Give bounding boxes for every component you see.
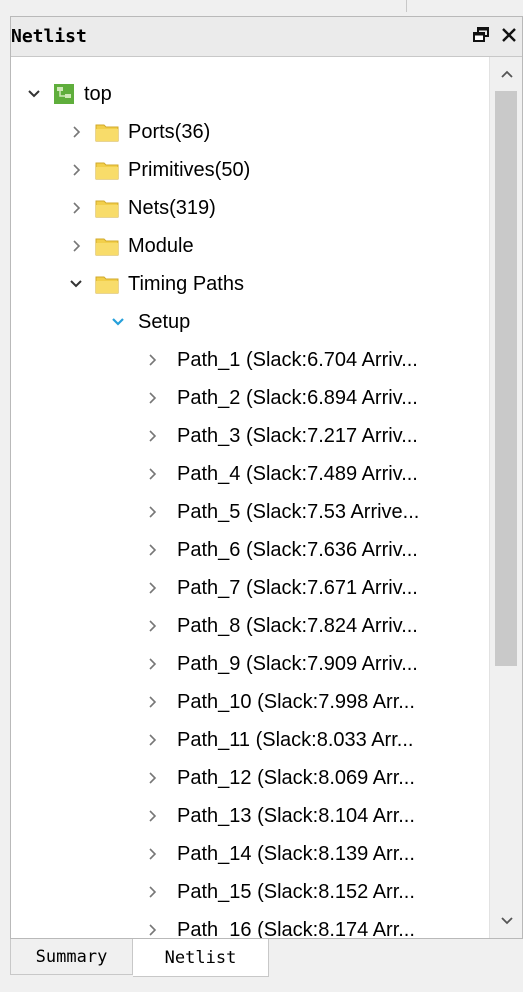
path-label: Path_3 (Slack:7.217 Arriv... [177,424,418,447]
path-label: Path_13 (Slack:8.104 Arr... [177,804,415,827]
tree-node-label: Nets(319) [128,196,216,219]
chevron-right-icon[interactable] [141,577,163,599]
tree-node-timing-paths[interactable]: Timing Paths [11,265,489,303]
path-label: Path_5 (Slack:7.53 Arrive... [177,500,420,523]
tree-node-path[interactable]: Path_11 (Slack:8.033 Arr... [11,721,489,759]
tree-node-path[interactable]: Path_15 (Slack:8.152 Arr... [11,873,489,911]
tree-node-label: Module [128,234,194,257]
chevron-down-icon[interactable] [23,83,45,105]
chevron-right-icon[interactable] [141,387,163,409]
top-separator [406,0,407,12]
path-label: Path_7 (Slack:7.671 Arriv... [177,576,418,599]
tab-netlist[interactable]: Netlist [133,939,269,977]
chevron-right-icon[interactable] [65,159,87,181]
path-label: Path_10 (Slack:7.998 Arr... [177,690,415,713]
path-label: Path_9 (Slack:7.909 Arriv... [177,652,418,675]
tree-node-path[interactable]: Path_13 (Slack:8.104 Arr... [11,797,489,835]
folder-icon [95,124,119,142]
tree-node-path[interactable]: Path_10 (Slack:7.998 Arr... [11,683,489,721]
chevron-right-icon[interactable] [141,463,163,485]
path-label: Path_1 (Slack:6.704 Arriv... [177,348,418,371]
chevron-down-icon[interactable] [107,311,129,333]
folder-icon [95,276,119,294]
tree-node-path[interactable]: Path_9 (Slack:7.909 Arriv... [11,645,489,683]
tree-node-path[interactable]: Path_2 (Slack:6.894 Arriv... [11,379,489,417]
tree-node-label: Primitives(50) [128,158,251,181]
tree-node-label: Ports(36) [128,120,211,143]
path-label: Path_11 (Slack:8.033 Arr... [177,728,414,751]
chevron-right-icon[interactable] [141,843,163,865]
tree-node-primitives[interactable]: Primitives(50) [11,151,489,189]
tree-node-label: Setup [138,310,191,333]
path-label: Path_16 (Slack:8.174 Arr... [177,918,415,939]
tree-node-label: Timing Paths [128,272,244,295]
path-label: Path_8 (Slack:7.824 Arriv... [177,614,418,637]
tree-node-path[interactable]: Path_6 (Slack:7.636 Arriv... [11,531,489,569]
tree-node-ports[interactable]: Ports(36) [11,113,489,151]
scroll-down-button[interactable] [490,904,523,938]
folder-icon [95,162,119,180]
chevron-right-icon[interactable] [65,235,87,257]
folder-icon [95,238,119,256]
chevron-right-icon[interactable] [141,767,163,789]
path-label: Path_12 (Slack:8.069 Arr... [177,766,415,789]
chevron-right-icon[interactable] [141,729,163,751]
scrollbar-thumb[interactable] [495,91,517,666]
path-label: Path_14 (Slack:8.139 Arr... [177,842,415,865]
path-label: Path_15 (Slack:8.152 Arr... [177,880,415,903]
tree-node-setup[interactable]: Setup [11,303,489,341]
chevron-right-icon[interactable] [65,197,87,219]
chevron-right-icon[interactable] [141,653,163,675]
chevron-right-icon[interactable] [141,805,163,827]
tab-summary[interactable]: Summary [10,939,133,975]
tree-node-path[interactable]: Path_1 (Slack:6.704 Arriv... [11,341,489,379]
tree-node-module[interactable]: Module [11,227,489,265]
panel-title: Netlist [11,26,87,47]
float-window-icon[interactable] [470,23,492,47]
tree-node-path[interactable]: Path_14 (Slack:8.139 Arr... [11,835,489,873]
netlist-panel: Netlist top Ports(36) Primitives(50) Net… [10,16,523,939]
chevron-right-icon[interactable] [141,501,163,523]
panel-titlebar: Netlist [11,17,522,57]
tree-node-path[interactable]: Path_5 (Slack:7.53 Arrive... [11,493,489,531]
chevron-right-icon[interactable] [65,121,87,143]
vertical-scrollbar[interactable] [489,57,522,938]
tree-node-path[interactable]: Path_8 (Slack:7.824 Arriv... [11,607,489,645]
chevron-right-icon[interactable] [141,349,163,371]
chevron-down-icon[interactable] [65,273,87,295]
close-icon[interactable] [498,23,520,47]
path-label: Path_4 (Slack:7.489 Arriv... [177,462,418,485]
tree-node-path[interactable]: Path_12 (Slack:8.069 Arr... [11,759,489,797]
folder-icon [95,200,119,218]
path-label: Path_6 (Slack:7.636 Arriv... [177,538,418,561]
module-icon [54,84,74,104]
tree-node-label: top [84,82,112,105]
chevron-right-icon[interactable] [141,615,163,637]
bottom-tabs: Summary Netlist [10,939,269,977]
netlist-tree[interactable]: top Ports(36) Primitives(50) Nets(319) M… [11,57,489,938]
chevron-right-icon[interactable] [141,881,163,903]
chevron-right-icon[interactable] [141,919,163,938]
chevron-up-icon [500,70,513,78]
scroll-up-button[interactable] [490,57,523,91]
tree-node-top[interactable]: top [11,75,489,113]
chevron-right-icon[interactable] [141,539,163,561]
tree-node-path[interactable]: Path_16 (Slack:8.174 Arr... [11,911,489,938]
chevron-right-icon[interactable] [141,691,163,713]
tree-node-path[interactable]: Path_3 (Slack:7.217 Arriv... [11,417,489,455]
tree-node-path[interactable]: Path_4 (Slack:7.489 Arriv... [11,455,489,493]
tree-node-nets[interactable]: Nets(319) [11,189,489,227]
tree-node-path[interactable]: Path_7 (Slack:7.671 Arriv... [11,569,489,607]
top-strip [0,0,523,16]
chevron-down-icon [500,917,513,925]
chevron-right-icon[interactable] [141,425,163,447]
path-label: Path_2 (Slack:6.894 Arriv... [177,386,418,409]
